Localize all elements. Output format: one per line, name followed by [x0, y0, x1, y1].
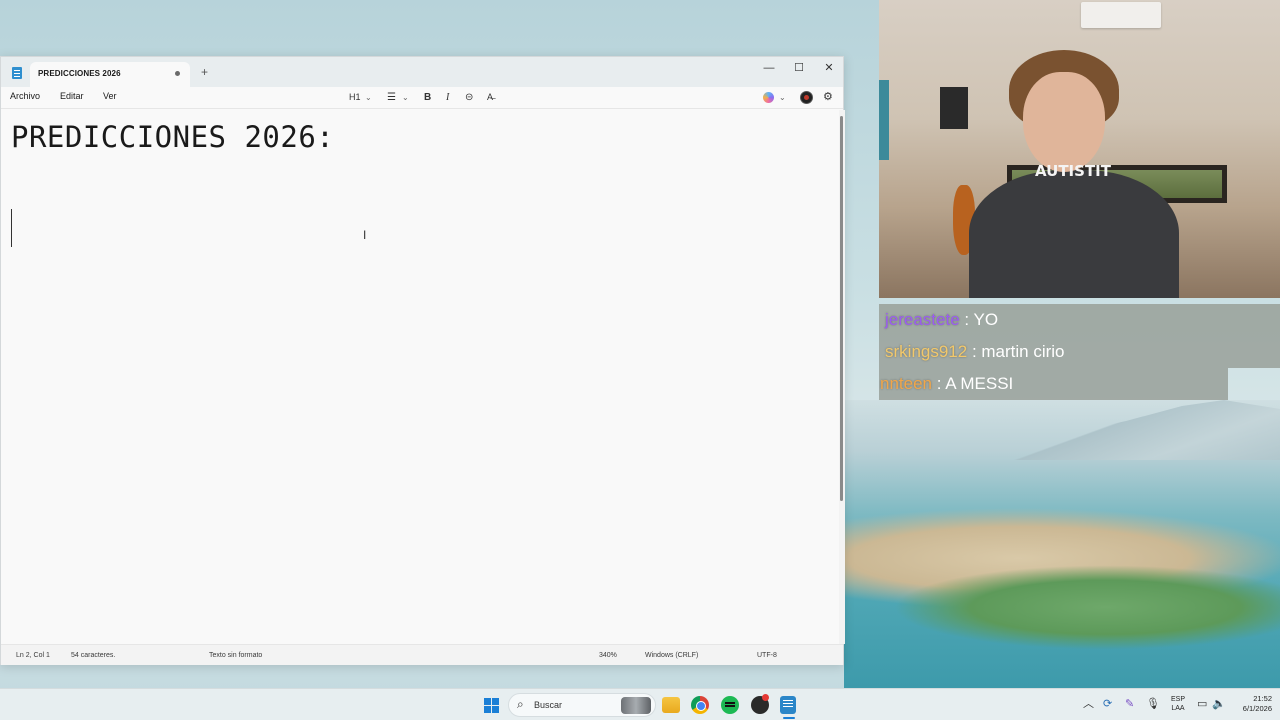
- chat-text: YO: [973, 310, 999, 329]
- windows-start-icon[interactable]: [484, 698, 499, 713]
- chat-separator: :: [959, 310, 974, 329]
- chat-username: srkings912: [885, 342, 968, 361]
- clock-time: 21:52: [1253, 694, 1272, 703]
- chevron-down-icon[interactable]: ⌄: [779, 90, 786, 105]
- recording-indicator-icon: [762, 694, 769, 701]
- chat-text: A MESSI: [945, 374, 1014, 393]
- chat-text: martin cirio: [981, 342, 1065, 361]
- network-icon[interactable]: ▭: [1197, 698, 1207, 710]
- vertical-scrollbar[interactable]: [839, 110, 845, 644]
- list-icon[interactable]: ☰: [387, 90, 396, 105]
- chevron-up-icon[interactable]: ︿: [1083, 698, 1094, 710]
- chat-separator: :: [932, 374, 946, 393]
- cursor-position: Ln 2, Col 1: [16, 652, 50, 659]
- link-icon[interactable]: ⊝: [465, 90, 473, 105]
- webcam-overlay: AUTISTIT: [879, 0, 1280, 298]
- menu-bar: Archivo Editar Ver H1 ⌄ ☰ ⌄ B I ⊝ A̶ ⌄ ⚙: [1, 87, 843, 109]
- unsaved-dot-icon[interactable]: [175, 71, 180, 76]
- chevron-down-icon[interactable]: ⌄: [402, 90, 409, 105]
- character-count: 54 caracteres.: [71, 652, 116, 659]
- scrollbar-thumb[interactable]: [840, 116, 843, 501]
- account-avatar[interactable]: [800, 91, 813, 104]
- zoom-level[interactable]: 340%: [599, 652, 617, 659]
- active-app-indicator: [783, 717, 795, 719]
- spotify-icon[interactable]: [721, 696, 739, 714]
- volume-icon[interactable]: 🔈: [1212, 698, 1226, 710]
- bold-button[interactable]: B: [424, 90, 431, 105]
- wall-poster: [940, 87, 968, 129]
- heading-button[interactable]: H1: [349, 90, 361, 105]
- taskbar-search-box[interactable]: ⌕ Buscar: [508, 693, 656, 717]
- air-conditioner: [1081, 2, 1161, 28]
- clear-formatting-icon[interactable]: A̶: [487, 90, 493, 105]
- notepad-titlebar[interactable]: PREDICCIONES 2026 + — ☐ ✕: [1, 57, 843, 87]
- format-mode[interactable]: Texto sin formato: [209, 652, 262, 659]
- sync-icon[interactable]: ⟳: [1103, 698, 1112, 710]
- menu-ver[interactable]: Ver: [103, 91, 117, 101]
- streamer: AUTISTIT: [969, 50, 1179, 298]
- text-caret: [11, 209, 12, 247]
- minimize-button[interactable]: —: [754, 59, 784, 79]
- settings-gear-icon[interactable]: ⚙: [823, 90, 833, 105]
- search-highlight-image[interactable]: [621, 697, 651, 714]
- document-heading: PREDICCIONES 2026:: [11, 120, 335, 154]
- streamer-face: [1023, 72, 1105, 172]
- chat-message: jereastete : YO: [879, 304, 1280, 336]
- close-button[interactable]: ✕: [814, 59, 844, 79]
- chat-message: srkings912 : martin cirio: [879, 336, 1280, 368]
- tab-title: PREDICCIONES 2026: [38, 69, 121, 78]
- ibeam-cursor-icon: I: [363, 228, 367, 242]
- language-indicator[interactable]: ESP LAA: [1168, 695, 1188, 713]
- pen-icon[interactable]: ✎: [1125, 698, 1134, 710]
- chat-username: jereastete: [885, 310, 960, 329]
- microphone-icon[interactable]: 🎙: [1146, 698, 1160, 710]
- copilot-icon[interactable]: [763, 92, 774, 103]
- streamer-shirt: [969, 170, 1179, 298]
- chat-username: nnteen: [880, 374, 932, 393]
- encoding[interactable]: UTF-8: [757, 652, 777, 659]
- text-editor-area[interactable]: PREDICCIONES 2026: I: [1, 110, 839, 644]
- new-tab-button[interactable]: +: [201, 65, 208, 79]
- keyboard-layout: LAA: [1171, 705, 1185, 712]
- maximize-button[interactable]: ☐: [784, 59, 814, 79]
- file-explorer-icon[interactable]: [662, 697, 680, 713]
- menu-archivo[interactable]: Archivo: [10, 91, 40, 101]
- status-bar: Ln 2, Col 1 54 caracteres. Texto sin for…: [1, 644, 843, 665]
- shirt-print: AUTISTIT: [1035, 162, 1111, 180]
- room-shelf: [879, 80, 889, 160]
- notepad-window: PREDICCIONES 2026 + — ☐ ✕ Archivo Editar…: [0, 56, 845, 665]
- chat-message: nnteen : A MESSI: [879, 368, 1228, 400]
- menu-editar[interactable]: Editar: [60, 91, 84, 101]
- chrome-icon[interactable]: [691, 696, 709, 714]
- tab-predicciones[interactable]: PREDICCIONES 2026: [30, 62, 190, 87]
- clock[interactable]: 21:52 6/1/2026: [1228, 694, 1272, 714]
- notepad-icon: [12, 67, 22, 79]
- clock-date: 6/1/2026: [1242, 704, 1272, 713]
- line-endings[interactable]: Windows (CRLF): [645, 652, 698, 659]
- italic-button[interactable]: I: [446, 90, 449, 105]
- search-placeholder: Buscar: [534, 700, 563, 710]
- chevron-down-icon[interactable]: ⌄: [365, 90, 372, 105]
- language-code: ESP: [1170, 696, 1185, 703]
- chat-separator: :: [967, 342, 982, 361]
- search-icon: ⌕: [517, 697, 524, 711]
- taskbar: ⌕ Buscar ︿ ⟳ ✎ 🎙 ESP LAA ▭ 🔈 21:52 6/1/2…: [0, 688, 1280, 720]
- notepad-taskbar-icon[interactable]: [780, 696, 796, 714]
